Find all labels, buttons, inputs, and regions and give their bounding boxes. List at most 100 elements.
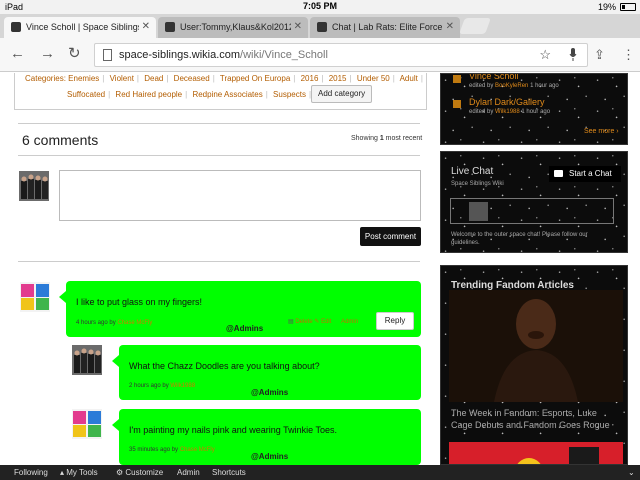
collapse-toolbar-icon[interactable]: ⌄ bbox=[628, 468, 635, 477]
chat-user-avatar[interactable] bbox=[469, 202, 488, 221]
category-link[interactable]: Suspects bbox=[273, 90, 306, 99]
pencil-icon: ✎ bbox=[314, 319, 320, 325]
add-category-button[interactable]: Add category bbox=[311, 85, 373, 103]
activity-link[interactable]: Dylan Dark/Gallery bbox=[469, 97, 545, 107]
comment-meta: 2 hours ago by Wilk1988 bbox=[129, 383, 196, 389]
category-link[interactable]: Suffocated bbox=[67, 90, 105, 99]
activity-meta: edited by BooKyleRen 1 hour ago bbox=[469, 83, 559, 89]
comment-meta: 4 hours ago by Chase McFly bbox=[76, 320, 153, 326]
comment-bubble: What the Chazz Doodles are you talking a… bbox=[112, 345, 421, 400]
url-text[interactable]: space-siblings.wikia.com/wiki/Vince_Scho… bbox=[119, 49, 328, 61]
comment-text: I'm painting my nails pink and wearing T… bbox=[129, 425, 337, 435]
commenter-avatar[interactable] bbox=[20, 282, 50, 312]
admins-badge: @Admins bbox=[251, 452, 289, 461]
category-link[interactable]: 2016 bbox=[301, 74, 319, 83]
category-link[interactable]: Adult bbox=[400, 74, 418, 83]
admin-link[interactable]: Admin bbox=[341, 319, 358, 325]
comment-bubble: I like to put glass on my fingers! 4 hou… bbox=[59, 281, 421, 337]
comment-input[interactable] bbox=[59, 170, 421, 221]
chat-welcome-line-2: guidelines. bbox=[451, 240, 480, 246]
trending-article-image[interactable] bbox=[449, 290, 623, 402]
tab-vince-scholl[interactable]: Vince Scholl | Space Siblings ✕ bbox=[4, 17, 156, 38]
category-link[interactable]: Enemies bbox=[68, 74, 99, 83]
admin-link[interactable]: Admin bbox=[177, 468, 200, 477]
following-link[interactable]: Following bbox=[14, 468, 48, 477]
wikia-toolbar: Following ▴ My Tools ⚙ Customize Admin S… bbox=[0, 465, 640, 480]
category-link[interactable]: Violent bbox=[110, 74, 134, 83]
close-tab-icon[interactable]: ✕ bbox=[138, 21, 150, 32]
close-tab-icon[interactable]: ✕ bbox=[442, 21, 454, 32]
comment-text: What the Chazz Doodles are you talking a… bbox=[129, 361, 320, 371]
category-link[interactable]: Red Haired people bbox=[115, 90, 182, 99]
category-link[interactable]: Redpine Associates bbox=[192, 90, 262, 99]
edit-link[interactable]: Edit bbox=[321, 319, 331, 325]
live-chat-title: Live Chat bbox=[451, 166, 494, 177]
bookmark-star-icon[interactable]: ☆ bbox=[539, 47, 551, 63]
trending-module: Trending Fandom Articles The Week in Fan… bbox=[440, 265, 628, 465]
divider bbox=[18, 261, 420, 262]
edit-icon bbox=[453, 100, 461, 108]
comment-author-link[interactable]: Chase McFly bbox=[117, 320, 152, 326]
reply-button[interactable]: Reply bbox=[376, 312, 414, 330]
menu-dots-icon[interactable]: ⋮ bbox=[622, 47, 635, 63]
favicon-icon bbox=[317, 22, 327, 32]
page-info-icon[interactable] bbox=[103, 49, 112, 61]
categories-box: Categories: Enemies | Violent | Dead | Dece… bbox=[14, 73, 427, 110]
browser-toolbar: ← → ↻ space-siblings.wikia.com/wiki/Vinc… bbox=[0, 38, 640, 72]
my-tools-menu[interactable]: ▴ My Tools bbox=[60, 468, 98, 477]
comments-count-heading: 6 comments bbox=[22, 132, 99, 148]
address-bar[interactable]: space-siblings.wikia.com/wiki/Vince_Scho… bbox=[94, 43, 588, 67]
comment-bubble: I'm painting my nails pink and wearing T… bbox=[112, 409, 421, 465]
back-arrow-icon[interactable]: ← bbox=[10, 46, 25, 62]
admins-badge: @Admins bbox=[251, 388, 289, 397]
tab-title: User:Tommy,Klaus&Kol2012 bbox=[180, 22, 294, 32]
tab-chat[interactable]: Chat | Lab Rats: Elite Force ✕ bbox=[310, 17, 460, 38]
chat-welcome: Welcome to the outer space chat! Please … bbox=[451, 232, 588, 238]
favicon-icon bbox=[165, 22, 175, 32]
post-comment-button[interactable]: Post comment bbox=[360, 227, 421, 246]
forward-arrow-icon[interactable]: → bbox=[40, 46, 55, 62]
category-link[interactable]: Trapped On Europa bbox=[220, 74, 290, 83]
divider bbox=[18, 123, 420, 124]
comment-actions: ▤ Delete ✎ Edit Admin bbox=[288, 318, 358, 325]
commenter-avatar[interactable] bbox=[72, 345, 102, 375]
activity-meta: edited by Wilk1988 1 hour ago bbox=[469, 109, 551, 115]
trending-article-caption[interactable]: The Week in Fandom: Esports, Luke Cage D… bbox=[451, 407, 610, 431]
customize-link[interactable]: ⚙ Customize bbox=[116, 468, 163, 477]
see-more-link[interactable]: See more › bbox=[584, 128, 619, 135]
trending-article-image-2[interactable] bbox=[449, 442, 623, 465]
close-tab-icon[interactable]: ✕ bbox=[290, 21, 302, 32]
shortcuts-link[interactable]: Shortcuts bbox=[212, 468, 246, 477]
live-chat-module: Live Chat Space Siblings Wiki Start a Ch… bbox=[440, 151, 628, 253]
gear-icon: ⚙ bbox=[116, 468, 124, 477]
tab-strip: Vince Scholl | Space Siblings ✕ User:Tom… bbox=[0, 14, 640, 38]
categories-line-1: Categories: Enemies | Violent | Dead | Dece… bbox=[25, 74, 423, 83]
tab-title: Chat | Lab Rats: Elite Force bbox=[332, 22, 443, 32]
wiki-activity-module: Vince Scholl edited by BooKyleRen 1 hour… bbox=[440, 73, 628, 145]
showing-most-recent: Showing 1 most recent bbox=[351, 135, 423, 142]
category-link[interactable]: 2015 bbox=[329, 74, 347, 83]
category-link[interactable]: Dead bbox=[144, 74, 163, 83]
admins-badge: @Admins bbox=[226, 324, 264, 333]
tab-user-page[interactable]: User:Tommy,Klaus&Kol2012 ✕ bbox=[158, 17, 308, 38]
comment-author-link[interactable]: Chase McFly bbox=[180, 447, 215, 453]
commenter-avatar[interactable] bbox=[72, 409, 102, 439]
ios-status-bar: iPad 7:05 PM 19% bbox=[0, 0, 640, 14]
category-link[interactable]: Under 50 bbox=[357, 74, 390, 83]
comment-text: I like to put glass on my fingers! bbox=[76, 297, 203, 307]
microphone-icon[interactable] bbox=[569, 48, 577, 61]
category-link[interactable]: Deceased bbox=[174, 74, 210, 83]
delete-link[interactable]: Delete bbox=[295, 319, 312, 325]
start-chat-button[interactable]: Start a Chat bbox=[549, 166, 621, 182]
current-user-avatar bbox=[19, 171, 49, 201]
share-icon[interactable]: ⇪ bbox=[594, 47, 605, 63]
reload-icon[interactable]: ↻ bbox=[68, 46, 81, 62]
trash-icon: ▤ bbox=[288, 319, 294, 325]
new-tab-button[interactable] bbox=[459, 18, 491, 34]
page-content: Categories: Enemies | Violent | Dead | Dece… bbox=[0, 73, 640, 465]
status-time: 7:05 PM bbox=[302, 1, 337, 11]
chat-bubble-icon bbox=[554, 170, 563, 177]
categories-label: Categories: bbox=[25, 74, 66, 83]
activity-link[interactable]: Vince Scholl bbox=[469, 74, 518, 81]
comment-author-link[interactable]: Wilk1988 bbox=[170, 383, 195, 389]
